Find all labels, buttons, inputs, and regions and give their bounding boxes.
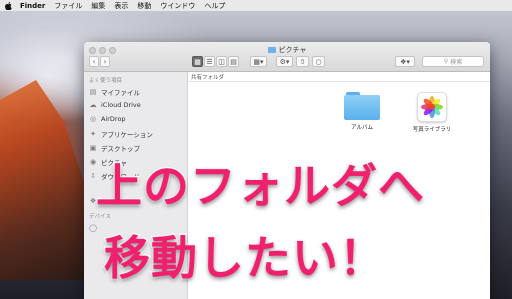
sidebar-item-applications[interactable]: ✦ アプリケーション [89,129,153,139]
grid-icon: ▦ [194,57,201,66]
titlebar: ピクチャ ‹ › ▦ ☰ ◫ ▤ ▦▾ ⚙▾ ⇧ ○ ❖▾ ⚲ 検索 [84,42,490,72]
chevron-left-icon: ‹ [92,57,96,66]
list-icon: ☰ [206,57,213,66]
sidebar-item-airdrop[interactable]: ◎ AirDrop [89,115,126,123]
sidebar-item-label: AirDrop [101,115,126,123]
menu-go[interactable]: 移動 [137,1,151,11]
search-field[interactable]: ⚲ 検索 [422,56,484,67]
dropbox-button[interactable]: ❖▾ [395,56,415,67]
sidebar-item-label: アプリケーション [101,131,153,139]
path-bar: 共有フォルダ [188,72,490,82]
cloud-icon: ☁ [89,101,97,109]
share-icon: ⇧ [299,57,306,66]
window-title-text: ピクチャ [278,46,307,54]
applications-icon: ✦ [90,130,96,138]
tag-icon: ○ [315,57,322,66]
sidebar-item-all-my-files[interactable]: ▤ マイファイル [89,87,140,97]
arrange-button[interactable]: ▦▾ [250,56,267,67]
search-icon: ⚲ [443,58,449,65]
sidebar-item-label: マイファイル [101,89,140,97]
disk-icon: ◯ [89,224,97,232]
search-placeholder: 検索 [450,59,463,66]
sidebar-favorites-header: よく使う項目 [89,78,123,84]
menu-file[interactable]: ファイル [54,1,82,11]
back-button[interactable]: ‹ [89,56,99,67]
file-item-photos-library[interactable]: 写真ライブラリ [402,92,462,133]
menu-bar: Finder ファイル 編集 表示 移動 ウインドウ ヘルプ [0,0,512,11]
cover-flow-icon: ▤ [230,57,237,66]
menu-help[interactable]: ヘルプ [204,1,225,11]
forward-button[interactable]: › [100,56,110,67]
sidebar-item-device[interactable]: ◯ [89,224,97,232]
photos-library-icon [417,92,447,122]
list-view-button[interactable]: ☰ [204,56,215,67]
icon-view-button[interactable]: ▦ [192,56,203,67]
menu-app-name[interactable]: Finder [20,2,45,10]
column-view-button[interactable]: ◫ [216,56,227,67]
menu-edit[interactable]: 編集 [91,1,105,11]
all-my-files-icon: ▤ [89,88,97,96]
path-label: 共有フォルダ [191,74,225,81]
caption-line-1: 上のフォルダへ [95,158,426,215]
share-button[interactable]: ⇧ [296,56,309,67]
airdrop-icon: ◎ [89,115,97,123]
sidebar-item-icloud-drive[interactable]: ☁ iCloud Drive [89,101,141,109]
file-item-label: アルバム [351,125,373,131]
gear-icon: ⚙▾ [279,57,290,66]
action-button[interactable]: ⚙▾ [276,56,293,67]
caption-line-2: 移動したい！ [103,230,387,287]
apple-menu-icon[interactable] [4,1,12,10]
tag-button[interactable]: ○ [312,56,325,67]
window-title: ピクチャ [84,45,490,55]
file-item-label: 写真ライブラリ [412,127,452,133]
folder-icon [267,47,276,53]
menu-window[interactable]: ウインドウ [160,1,195,11]
columns-icon: ◫ [218,57,225,66]
arrange-icon: ▦▾ [253,57,264,66]
sidebar-item-label: iCloud Drive [101,101,141,109]
chevron-right-icon: › [103,57,107,66]
dropbox-icon: ❖▾ [400,57,410,66]
file-item-album[interactable]: アルバム [332,92,392,131]
folder-icon [344,92,380,120]
menu-view[interactable]: 表示 [114,1,128,11]
cover-flow-button[interactable]: ▤ [228,56,239,67]
